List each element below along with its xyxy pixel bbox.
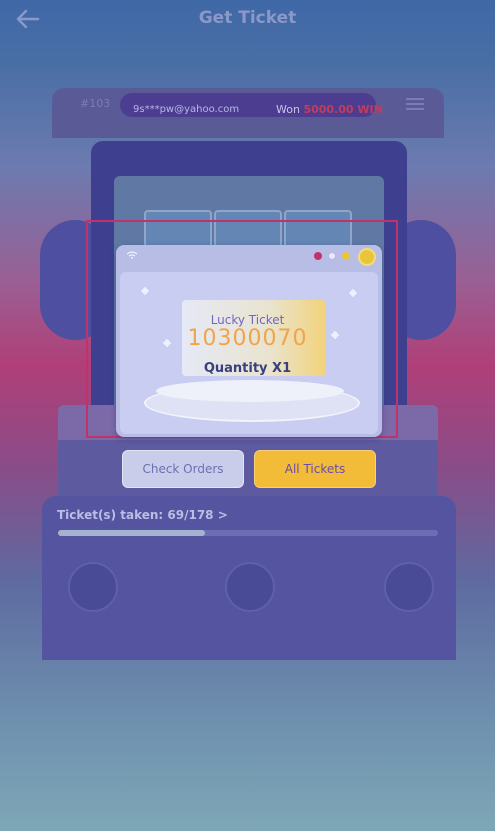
top-bar: Get Ticket — [0, 0, 495, 38]
status-dot-yellow — [342, 252, 350, 260]
winner-won: Won 5000.00 WIN — [276, 103, 383, 116]
tickets-progress-bar — [58, 530, 438, 536]
tickets-progress-fill — [58, 530, 206, 536]
ticket-number: 10300070 — [187, 326, 308, 351]
podium-top — [156, 380, 344, 402]
machine-knob — [68, 562, 118, 612]
status-dot-white — [328, 252, 336, 260]
lucky-ticket-label: Lucky Ticket — [210, 313, 285, 327]
machine-body — [58, 440, 438, 502]
winner-amount: 5000.00 WIN — [303, 103, 383, 116]
all-tickets-button[interactable]: All Tickets — [254, 450, 376, 488]
winner-email: 9s***pw@yahoo.com — [133, 104, 240, 115]
page-title: Get Ticket — [198, 8, 297, 28]
machine-knob — [225, 562, 275, 612]
winner-won-label: Won — [276, 103, 300, 116]
coin-icon — [358, 248, 376, 266]
check-orders-button[interactable]: Check Orders — [122, 450, 244, 488]
wifi-icon — [126, 251, 138, 259]
machine-knob — [384, 562, 434, 612]
ticket-quantity: Quantity X1 — [203, 361, 292, 376]
round-number: #103 — [80, 97, 111, 110]
tickets-taken-link[interactable]: Ticket(s) taken: 69/178 > — [57, 508, 228, 522]
status-dot-red — [314, 252, 322, 260]
menu-icon[interactable] — [406, 97, 424, 111]
